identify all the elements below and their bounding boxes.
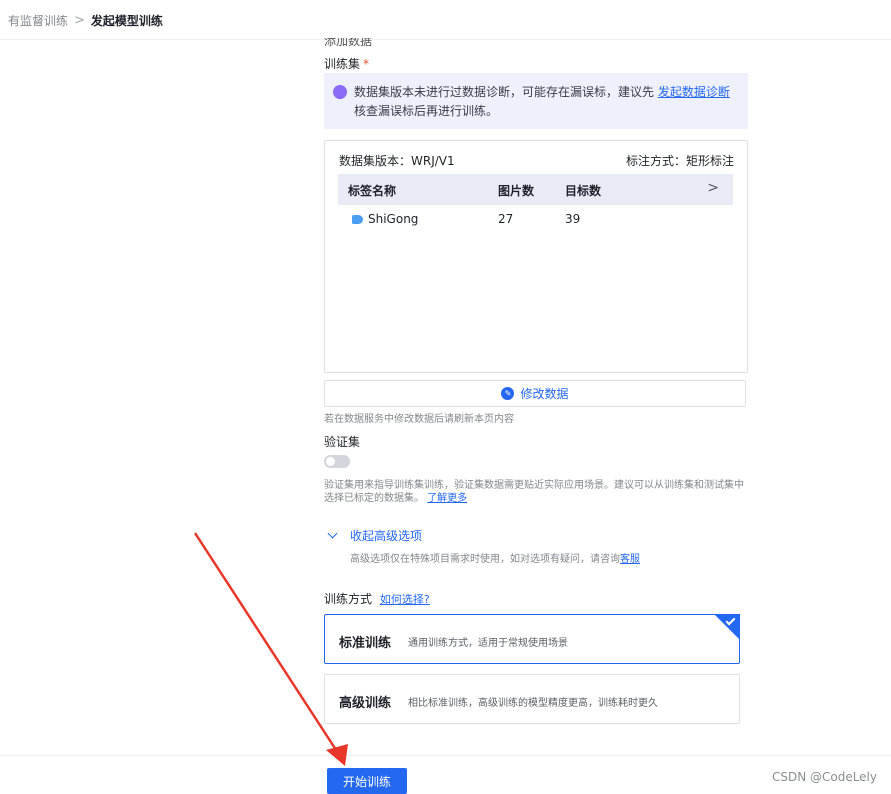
col-label-name: 标签名称 [348, 184, 397, 198]
col-image-count: 图片数 [498, 184, 535, 198]
dataset-table-header: 标签名称 图片数 目标数 > [338, 174, 733, 205]
footer-bar [0, 755, 891, 794]
breadcrumb-current: 发起模型训练 [90, 14, 163, 28]
add-data-label: 添加数据 [324, 38, 373, 48]
standard-training-desc: 通用训练方式，适用于常规使用场景 [408, 638, 568, 649]
breadcrumb: 有监督训练 > 发起模型训练 [8, 12, 163, 29]
advanced-training-desc: 相比标准训练，高级训练的模型精度更高，训练耗时更久 [408, 698, 658, 709]
training-mode-label-text: 训练方式 [324, 592, 373, 606]
col-target-count: 目标数 [565, 184, 602, 198]
lightbulb-icon [333, 85, 347, 99]
row-image-count: 27 [498, 212, 514, 226]
top-bar: 有监督训练 > 发起模型训练 [0, 0, 891, 40]
val-set-hint: 验证集用来指导训练集训练，验证集数据需更贴近实际应用场景。建议可以从训练集和测试… [324, 479, 748, 505]
val-set-hint-text: 验证集用来指导训练集训练，验证集数据需更贴近实际应用场景。建议可以从训练集和测试… [324, 480, 744, 504]
diagnosis-tip: 数据集版本未进行过数据诊断，可能存在漏误标，建议先 发起数据诊断 核查漏误标后再… [324, 73, 748, 129]
refresh-hint: 若在数据服务中修改数据后请刷新本页内容 [324, 414, 514, 425]
start-training-button[interactable]: 开始训练 [327, 768, 407, 794]
standard-training-option[interactable]: 标准训练 通用训练方式，适用于常规使用场景 [324, 614, 740, 664]
collapse-advanced-toggle[interactable]: 收起高级选项 [327, 527, 423, 544]
tag-icon [352, 215, 363, 224]
pen-icon: ✎ [501, 387, 515, 400]
train-set-label: 训练集 * [324, 55, 369, 72]
label-mode: 标注方式：矩形标注 [625, 154, 734, 168]
collapse-advanced-label: 收起高级选项 [350, 529, 423, 543]
edit-data-button[interactable]: ✎ 修改数据 [324, 380, 746, 407]
learn-more-link[interactable]: 了解更多 [427, 493, 467, 504]
annotation-arrow-line [193, 532, 342, 757]
training-mode-label: 训练方式 如何选择? [324, 590, 430, 607]
advanced-training-title: 高级训练 [339, 696, 392, 711]
advanced-training-option[interactable]: 高级训练 相比标准训练，高级训练的模型精度更高，训练耗时更久 [324, 674, 740, 724]
chevron-right-icon[interactable]: > [707, 180, 719, 196]
tip-text: 数据集版本未进行过数据诊断，可能存在漏误标，建议先 [354, 85, 658, 99]
advanced-hint: 高级选项仅在特殊项目需求时使用，如对选项有疑问，请咨询客服 [350, 553, 640, 566]
chevron-down-icon [327, 528, 338, 539]
row-label-name: ShiGong [368, 212, 419, 226]
watermark: CSDN @CodeLely [771, 770, 877, 784]
required-mark: * [363, 57, 370, 71]
table-row: ShiGong 27 39 [338, 205, 733, 233]
val-set-toggle[interactable] [324, 455, 350, 468]
breadcrumb-parent[interactable]: 有监督训练 [8, 12, 68, 29]
train-set-label-text: 训练集 [324, 57, 361, 71]
standard-training-title: 标准训练 [339, 636, 392, 651]
how-to-choose-link[interactable]: 如何选择? [380, 593, 430, 606]
val-set-label: 验证集 [324, 435, 361, 449]
edit-data-label: 修改数据 [520, 387, 569, 401]
breadcrumb-separator-icon: > [74, 13, 85, 28]
row-target-count: 39 [565, 212, 581, 226]
selected-corner [714, 614, 740, 640]
advanced-hint-text: 高级选项仅在特殊项目需求时使用，如对选项有疑问，请咨询 [350, 554, 620, 565]
start-diagnosis-link[interactable]: 发起数据诊断 [658, 85, 730, 99]
customer-service-link[interactable]: 客服 [620, 554, 640, 565]
tip-text-2: 核查漏误标后再进行训练。 [354, 104, 499, 118]
dataset-version: 数据集版本：WRJ/V1 [339, 154, 455, 168]
dataset-panel: 数据集版本：WRJ/V1 标注方式：矩形标注 标签名称 图片数 目标数 > Sh… [324, 140, 748, 373]
